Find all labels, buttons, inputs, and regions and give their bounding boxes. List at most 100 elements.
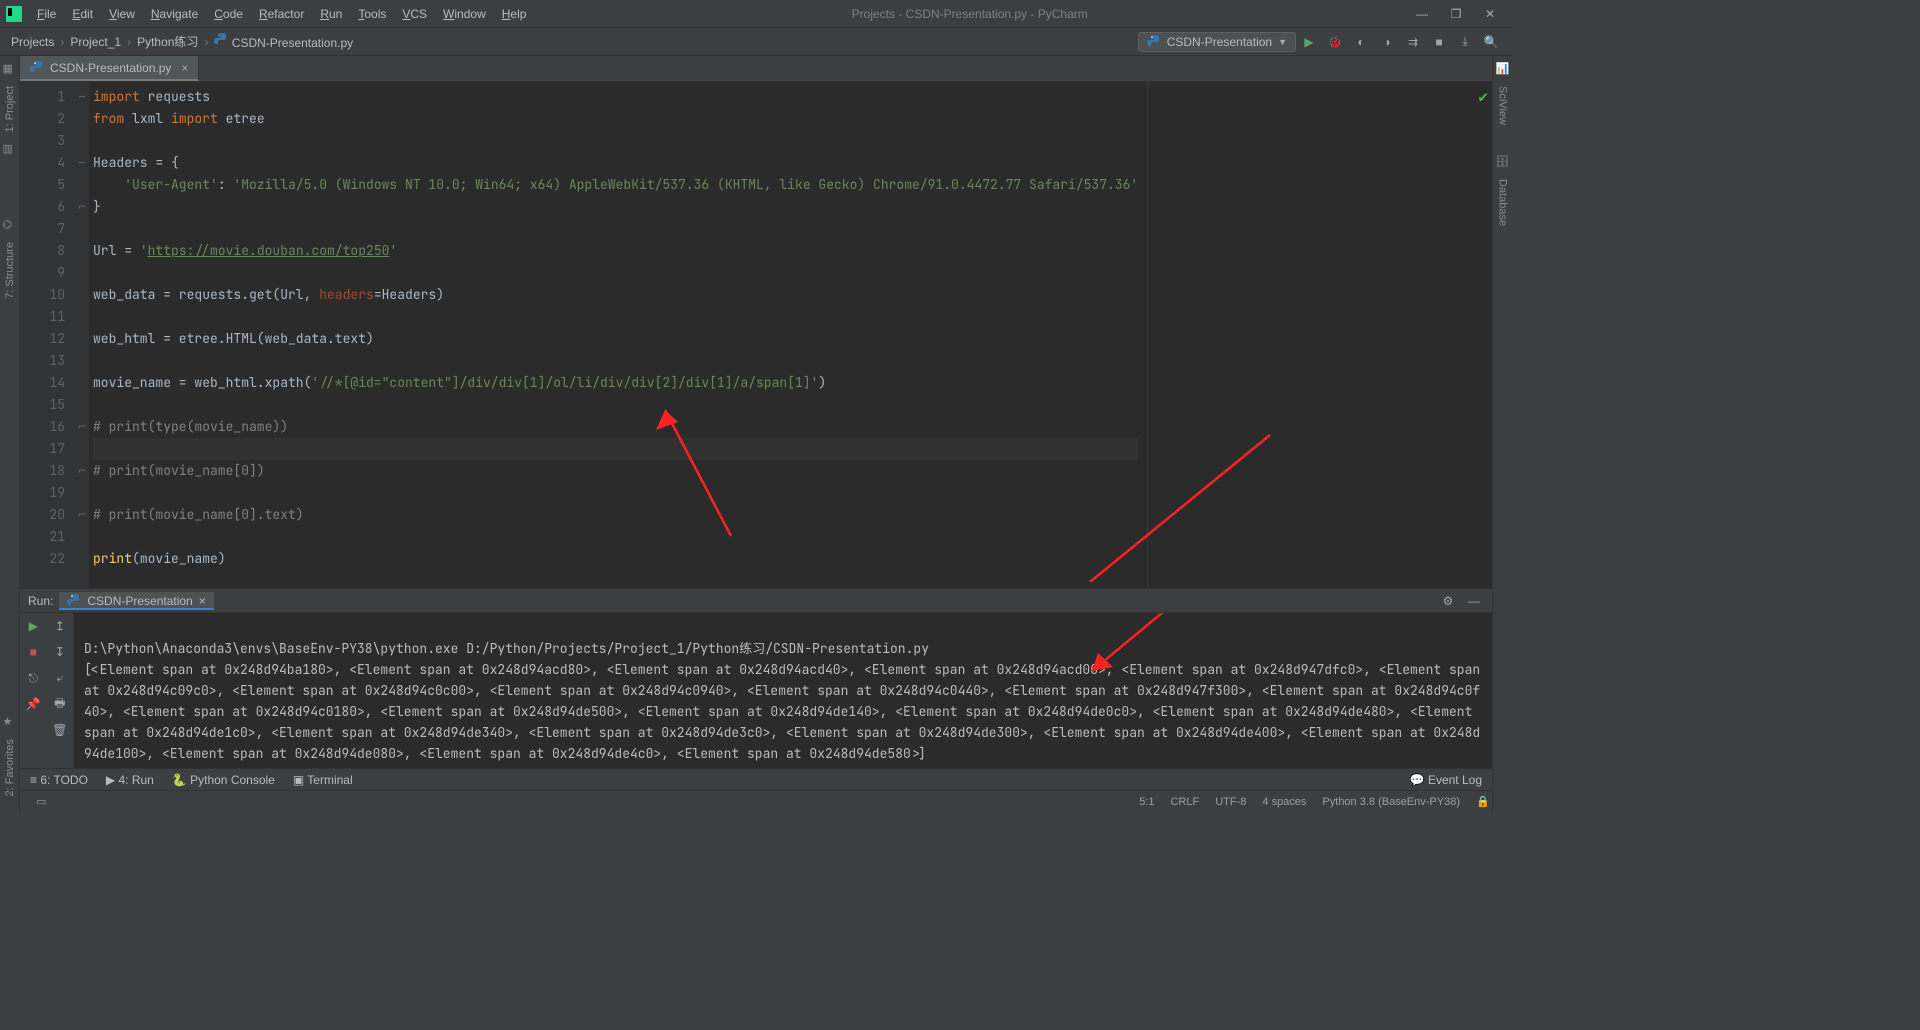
coverage-button[interactable]: ◐ [1348,35,1374,49]
code-line[interactable]: print(movie_name) [93,548,1138,570]
database-icon[interactable]: 🗄 [1496,155,1510,169]
code-line[interactable]: Headers = { [93,152,1138,174]
run-button[interactable]: ▶ [1296,35,1322,49]
project-icon[interactable]: ▦ [3,62,17,76]
profile-button[interactable]: ◑ [1374,35,1400,49]
pin-button[interactable]: 📌 [26,697,41,711]
bottom-tab[interactable]: ▶ 4: Run [106,773,154,787]
bottom-tab[interactable]: 🐍 Python Console [172,773,275,787]
stop-run-button[interactable]: ■ [30,645,37,659]
menu-window[interactable]: Window [436,4,493,24]
inspection-ok-icon[interactable]: ✔ [1478,86,1488,108]
fold-marker[interactable]: – [75,86,89,108]
fold-marker[interactable]: ⌐ [75,460,89,482]
menu-file[interactable]: File [30,4,63,24]
fold-marker[interactable]: ⌐ [75,196,89,218]
caret-position[interactable]: 5:1 [1131,796,1162,808]
sciview-icon[interactable]: 📊 [1496,62,1510,76]
stop-button[interactable]: ■ [1426,35,1452,49]
code-line[interactable] [93,306,1138,328]
fold-marker[interactable] [75,218,89,240]
vcs-update-button[interactable]: ⤓ [1452,34,1478,49]
line-separator[interactable]: CRLF [1162,796,1207,808]
fold-marker[interactable] [75,526,89,548]
code-line[interactable] [93,482,1138,504]
breadcrumb-item[interactable]: Python练习 [134,33,201,50]
scroll-up-button[interactable]: ↥ [55,619,65,633]
readonly-lock-icon[interactable]: 🔒 [1468,795,1484,808]
code-line[interactable]: movie_name = web_html.xpath('//*[@id="co… [93,372,1138,394]
code-line[interactable] [93,526,1138,548]
code-line[interactable] [93,350,1138,372]
fold-marker[interactable] [75,108,89,130]
attach-button[interactable]: ⇉ [1400,35,1426,49]
breadcrumb-item[interactable]: CSDN-Presentation.py [211,33,356,50]
fold-marker[interactable] [75,284,89,306]
fold-marker[interactable] [75,548,89,570]
code-line[interactable]: # print(movie_name[0].text) [93,504,1138,526]
run-settings-button[interactable]: ⚙ [1438,594,1458,608]
bottom-tab[interactable]: ≡ 6: TODO [30,773,88,787]
favorites-tool-tab[interactable]: 2: Favorites [4,735,16,800]
project-tool-tab[interactable]: 1: Project [4,82,16,136]
event-log-button[interactable]: 💬 Event Log [1410,773,1482,787]
minimize-button[interactable]: — [1406,7,1438,21]
code-line[interactable] [93,438,1138,460]
maximize-button[interactable]: ❐ [1440,7,1472,21]
code-line[interactable]: from lxml import etree [93,108,1138,130]
folder-icon[interactable]: ▥ [3,142,17,156]
exit-button[interactable]: ⎋ [29,671,39,686]
fold-marker[interactable] [75,482,89,504]
fold-marker[interactable]: ⌐ [75,504,89,526]
menu-vcs[interactable]: VCS [395,4,434,24]
fold-marker[interactable] [75,174,89,196]
fold-marker[interactable] [75,240,89,262]
presentation-mode-icon[interactable]: ▭ [28,795,44,808]
menu-code[interactable]: Code [207,4,250,24]
python-interpreter[interactable]: Python 3.8 (BaseEnv-PY38) [1314,796,1468,808]
rerun-button[interactable]: ▶ [29,619,38,633]
code-line[interactable] [93,130,1138,152]
run-tab[interactable]: CSDN-Presentation × [59,592,213,610]
fold-marker[interactable] [75,306,89,328]
search-button[interactable]: 🔍 [1478,35,1504,49]
menu-run[interactable]: Run [313,4,349,24]
close-window-button[interactable]: ✕ [1474,7,1506,21]
favorites-star-icon[interactable]: ★ [3,715,17,729]
menu-refactor[interactable]: Refactor [252,4,311,24]
print-button[interactable]: 🖶 [54,694,65,715]
menu-edit[interactable]: Edit [65,4,100,24]
bottom-tab[interactable]: ▣ Terminal [293,773,353,787]
structure-icon[interactable]: ⌬ [3,218,17,232]
scroll-down-button[interactable]: ↧ [55,645,65,659]
breadcrumb-item[interactable]: Projects [8,35,57,49]
code-line[interactable]: 'User-Agent': 'Mozilla/5.0 (Windows NT 1… [93,174,1138,196]
close-run-tab-button[interactable]: × [199,594,206,608]
trash-button[interactable]: 🗑 [52,723,67,737]
menu-help[interactable]: Help [495,4,534,24]
indent-setting[interactable]: 4 spaces [1254,796,1314,808]
code-line[interactable]: # print(movie_name[0]) [93,460,1138,482]
debug-button[interactable]: 🐞 [1322,35,1348,49]
code-line[interactable]: # print(type(movie_name)) [93,416,1138,438]
code-line[interactable]: Url = 'https://movie.douban.com/top250' [93,240,1138,262]
sciview-tool-tab[interactable]: SciView [1497,82,1509,129]
breadcrumb-item[interactable]: Project_1 [67,35,124,49]
menu-view[interactable]: View [102,4,142,24]
hide-run-button[interactable]: — [1464,594,1484,608]
code-line[interactable]: web_html = etree.HTML(web_data.text) [93,328,1138,350]
fold-marker[interactable] [75,328,89,350]
fold-marker[interactable] [75,438,89,460]
fold-column[interactable]: ––⌐⌐⌐⌐ [75,82,89,588]
menu-navigate[interactable]: Navigate [144,4,205,24]
code-line[interactable]: } [93,196,1138,218]
fold-marker[interactable]: – [75,152,89,174]
console-output[interactable]: D:\Python\Anaconda3\envs\BaseEnv-PY38\py… [74,613,1492,768]
editor-tab[interactable]: CSDN-Presentation.py × [20,56,199,81]
code-area[interactable]: import requestsfrom lxml import etree He… [89,82,1138,588]
fold-marker[interactable] [75,350,89,372]
run-config-selector[interactable]: CSDN-Presentation ▼ [1138,32,1296,52]
code-line[interactable]: web_data = requests.get(Url, headers=Hea… [93,284,1138,306]
code-line[interactable] [93,394,1138,416]
fold-marker[interactable] [75,262,89,284]
